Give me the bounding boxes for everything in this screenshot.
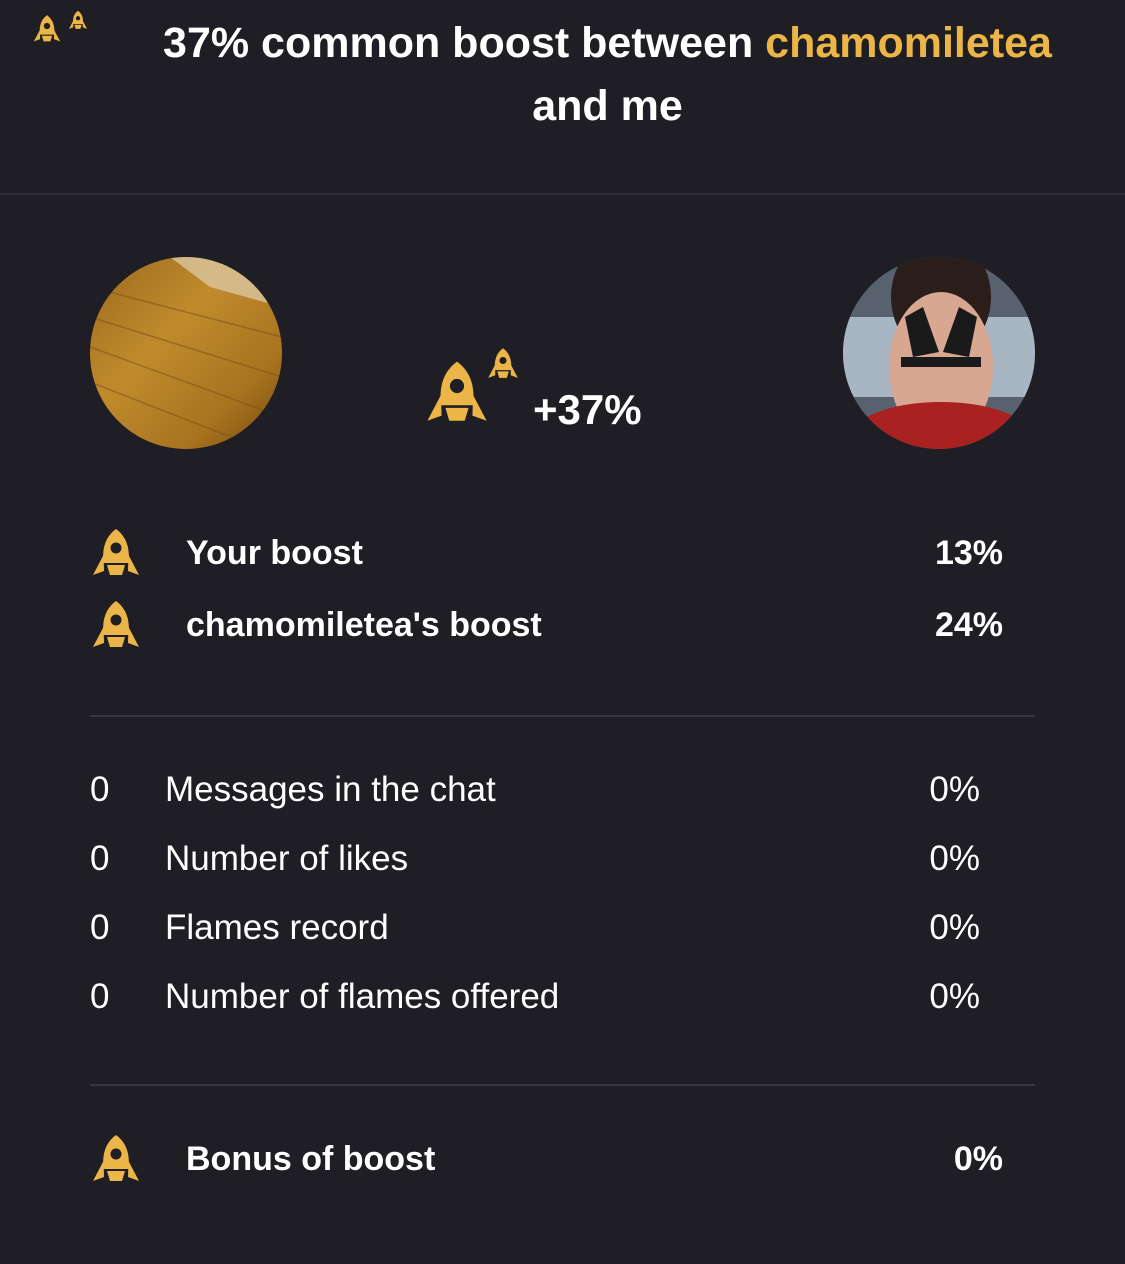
rocket-icon	[93, 529, 139, 575]
title-prefix: 37% common boost between	[163, 19, 766, 67]
bonus-label: Bonus of boost	[186, 1140, 436, 1178]
stat-value: 0%	[929, 839, 980, 878]
stat-label: Number of flames offered	[165, 977, 560, 1016]
bonus-row: Bonus of boost 0%	[88, 1133, 1003, 1193]
boost-value: 13%	[934, 534, 1003, 572]
stat-row: 0 Number of likes 0%	[90, 834, 980, 884]
common-boost-value: +37%	[533, 386, 642, 433]
rocket-icon	[93, 601, 139, 647]
double-rocket-icon	[33, 10, 88, 42]
boost-value: 24%	[934, 606, 1003, 644]
common-boost: +37%	[420, 345, 680, 435]
my-avatar[interactable]	[90, 257, 282, 449]
stat-label: Messages in the chat	[165, 770, 496, 809]
header: 37% common boost between chamomiletea an…	[0, 0, 1125, 195]
stat-value: 0%	[929, 977, 980, 1016]
stat-count: 0	[90, 908, 110, 947]
stat-value: 0%	[929, 908, 980, 947]
stat-value: 0%	[929, 770, 980, 809]
boost-row-mine: Your boost 13%	[88, 527, 1003, 587]
stat-count: 0	[90, 839, 110, 878]
boost-row-partner: chamomiletea's boost 24%	[88, 599, 1003, 659]
bonus-value: 0%	[953, 1140, 1003, 1178]
boost-label: Your boost	[186, 534, 363, 572]
stat-row: 0 Flames record 0%	[90, 903, 980, 953]
double-rocket-icon	[427, 348, 518, 421]
divider	[90, 715, 1035, 717]
stat-count: 0	[90, 977, 110, 1016]
boost-label: chamomiletea's boost	[186, 606, 542, 644]
username-link[interactable]: chamomiletea	[765, 19, 1052, 67]
stat-row: 0 Number of flames offered 0%	[90, 972, 980, 1022]
boost-detail-page: 37% common boost between chamomiletea an…	[0, 0, 1125, 1264]
stat-row: 0 Messages in the chat 0%	[90, 765, 980, 815]
page-title: 37% common boost between chamomiletea an…	[130, 12, 1085, 138]
partner-avatar[interactable]	[843, 257, 1035, 449]
stat-count: 0	[90, 770, 110, 809]
stat-label: Flames record	[165, 908, 389, 947]
title-suffix: and me	[532, 82, 683, 130]
stat-label: Number of likes	[165, 839, 409, 878]
divider	[90, 1084, 1035, 1086]
rocket-icon	[93, 1135, 139, 1181]
